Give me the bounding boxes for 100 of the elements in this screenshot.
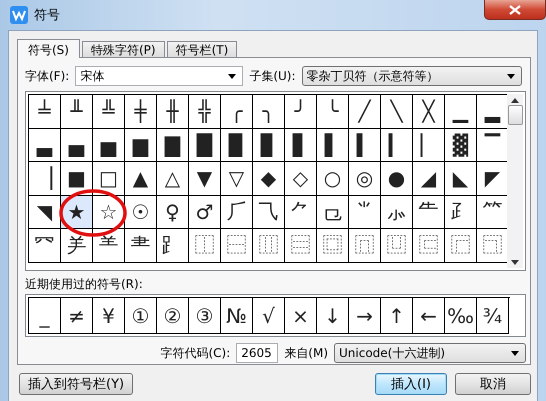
symbol-cell[interactable]: ╪ <box>125 95 157 128</box>
symbol-cell[interactable]: ╩ <box>93 95 125 128</box>
symbol-cell[interactable]: ╨ <box>61 95 93 128</box>
symbol-cell[interactable]: ╫ <box>157 95 189 128</box>
symbol-cell[interactable]: ⺋ <box>317 196 349 229</box>
symbol-cell[interactable]: ▓ <box>445 128 477 162</box>
symbol-cell[interactable]: ↑ <box>381 298 413 334</box>
symbol-cell[interactable]: № <box>221 298 253 334</box>
symbol-cell[interactable]: ⺗ <box>381 196 413 229</box>
symbol-cell[interactable]: ▔ <box>477 128 509 162</box>
symbol-cell[interactable]: ↓ <box>317 298 349 334</box>
symbol-cell[interactable]: ¥ <box>93 298 125 334</box>
dropdown[interactable]: 宋体 <box>75 66 244 86</box>
symbol-cell[interactable]: ▁ <box>445 95 477 128</box>
symbol-cell[interactable]: ○ <box>317 162 349 196</box>
symbol-cell[interactable]: √ <box>253 298 285 334</box>
symbol-cell[interactable]: ▋ <box>285 128 317 162</box>
scroll-down-icon[interactable] <box>511 260 519 265</box>
symbol-cell[interactable]: → <box>349 298 381 334</box>
symbol-cell[interactable]: ▃ <box>29 128 61 162</box>
scrollbar[interactable] <box>507 94 523 268</box>
dropdown[interactable]: 零杂丁贝符（示意符等） <box>302 66 522 86</box>
symbol-cell[interactable]: ⺁ <box>221 196 253 229</box>
symbol-cell[interactable]: ╭ <box>221 95 253 128</box>
char-code-field[interactable]: 2605 <box>236 343 278 363</box>
symbol-cell[interactable]: ▽ <box>221 162 253 196</box>
symbol-cell[interactable]: ▉ <box>221 128 253 162</box>
dialog-button[interactable]: 插入到符号栏(Y) <box>19 373 134 395</box>
symbol-cell[interactable]: ▍ <box>349 128 381 162</box>
symbol-cell[interactable]: ③ <box>189 298 221 334</box>
symbol-cell[interactable]: ╳ <box>413 95 445 128</box>
symbol-cell[interactable]: ▄ <box>61 128 93 162</box>
symbol-cell[interactable]: ◎ <box>349 162 381 196</box>
symbol-cell[interactable]: ◆ <box>253 162 285 196</box>
symbol-cell[interactable]: ╯ <box>285 95 317 128</box>
symbol-cell[interactable]: ⺌ <box>349 196 381 229</box>
symbol-cell[interactable]: ⿰ <box>189 229 221 262</box>
symbol-cell[interactable]: ▎ <box>381 128 413 162</box>
symbol-cell[interactable]: ¾ <box>477 298 509 334</box>
symbol-cell[interactable]: ⿱ <box>221 229 253 262</box>
dropdown[interactable]: Unicode(十六进制) <box>334 343 526 363</box>
symbol-cell[interactable]: ⿳ <box>285 229 317 262</box>
scroll-up-icon[interactable] <box>511 98 519 103</box>
symbol-cell[interactable]: ② <box>157 298 189 334</box>
symbol-cell[interactable]: ⿸ <box>445 229 477 262</box>
symbol-cell[interactable]: _ <box>29 298 61 334</box>
symbol-cell[interactable]: ⿵ <box>349 229 381 262</box>
symbol-cell[interactable]: ╮ <box>253 95 285 128</box>
symbol-cell[interactable]: ◇ <box>285 162 317 196</box>
symbol-cell[interactable]: □ <box>93 162 125 196</box>
symbol-cell[interactable]: ╰ <box>317 95 349 128</box>
symbol-cell[interactable]: ◢ <box>413 162 445 196</box>
symbol-cell[interactable]: ◣ <box>445 162 477 196</box>
symbol-cell[interactable]: ▏ <box>413 128 445 162</box>
symbol-cell[interactable]: ▊ <box>253 128 285 162</box>
symbol-cell[interactable]: ⺳ <box>29 229 61 262</box>
symbol-cell[interactable]: ╱ <box>349 95 381 128</box>
symbol-cell[interactable]: ⻊ <box>157 229 189 262</box>
symbol-cell[interactable]: ■ <box>61 162 93 196</box>
symbol-cell[interactable]: ⿲ <box>253 229 285 262</box>
symbol-cell[interactable]: ♂ <box>189 196 221 229</box>
symbol-cell[interactable]: ♀ <box>157 196 189 229</box>
symbol-cell[interactable]: ☉ <box>125 196 157 229</box>
symbol-cell[interactable]: ⺷ <box>93 229 125 262</box>
symbol-cell[interactable]: ╲ <box>381 95 413 128</box>
symbol-cell[interactable]: ⺻ <box>125 229 157 262</box>
tab[interactable]: 符号栏(T) <box>166 41 238 57</box>
symbol-cell[interactable]: ● <box>381 162 413 196</box>
symbol-cell[interactable]: ‰ <box>445 298 477 334</box>
symbol-cell[interactable]: ⺮ <box>477 196 509 229</box>
symbol-cell[interactable]: ⺄ <box>253 196 285 229</box>
symbol-cell[interactable]: █ <box>189 128 221 162</box>
symbol-cell[interactable]: ▆ <box>125 128 157 162</box>
symbol-cell[interactable]: ⿴ <box>317 229 349 262</box>
symbol-cell[interactable]: ▲ <box>125 162 157 196</box>
symbol-cell[interactable]: ▼ <box>189 162 221 196</box>
symbol-cell[interactable]: ▕ <box>29 162 61 196</box>
dialog-button[interactable]: 插入(I) <box>375 373 447 395</box>
symbol-cell[interactable]: ≠ <box>61 298 93 334</box>
symbol-cell[interactable]: ▇ <box>157 128 189 162</box>
symbol-cell[interactable]: ⺧ <box>413 196 445 229</box>
symbol-cell[interactable]: ① <box>125 298 157 334</box>
close-button[interactable] <box>484 0 546 20</box>
tab[interactable]: 特殊字符(P) <box>82 41 165 57</box>
symbol-cell[interactable]: × <box>285 298 317 334</box>
symbol-cell[interactable]: ⿷ <box>413 229 445 262</box>
symbol-cell[interactable]: ╧ <box>29 95 61 128</box>
dialog-button[interactable]: 取消 <box>455 373 531 395</box>
symbol-cell[interactable]: ⺶ <box>61 229 93 262</box>
symbol-cell[interactable]: ╬ <box>189 95 221 128</box>
scroll-thumb[interactable] <box>508 105 522 125</box>
symbol-cell[interactable]: ⿶ <box>381 229 413 262</box>
tab[interactable]: 符号(S) <box>17 39 80 58</box>
symbol-cell[interactable]: ▌ <box>317 128 349 162</box>
symbol-cell[interactable]: ⺪ <box>445 196 477 229</box>
symbol-cell[interactable]: ▅ <box>93 128 125 162</box>
symbol-cell[interactable]: △ <box>157 162 189 196</box>
symbol-cell[interactable]: ⺈ <box>285 196 317 229</box>
symbol-cell[interactable]: ← <box>413 298 445 334</box>
symbol-cell[interactable]: ◥ <box>29 196 61 229</box>
